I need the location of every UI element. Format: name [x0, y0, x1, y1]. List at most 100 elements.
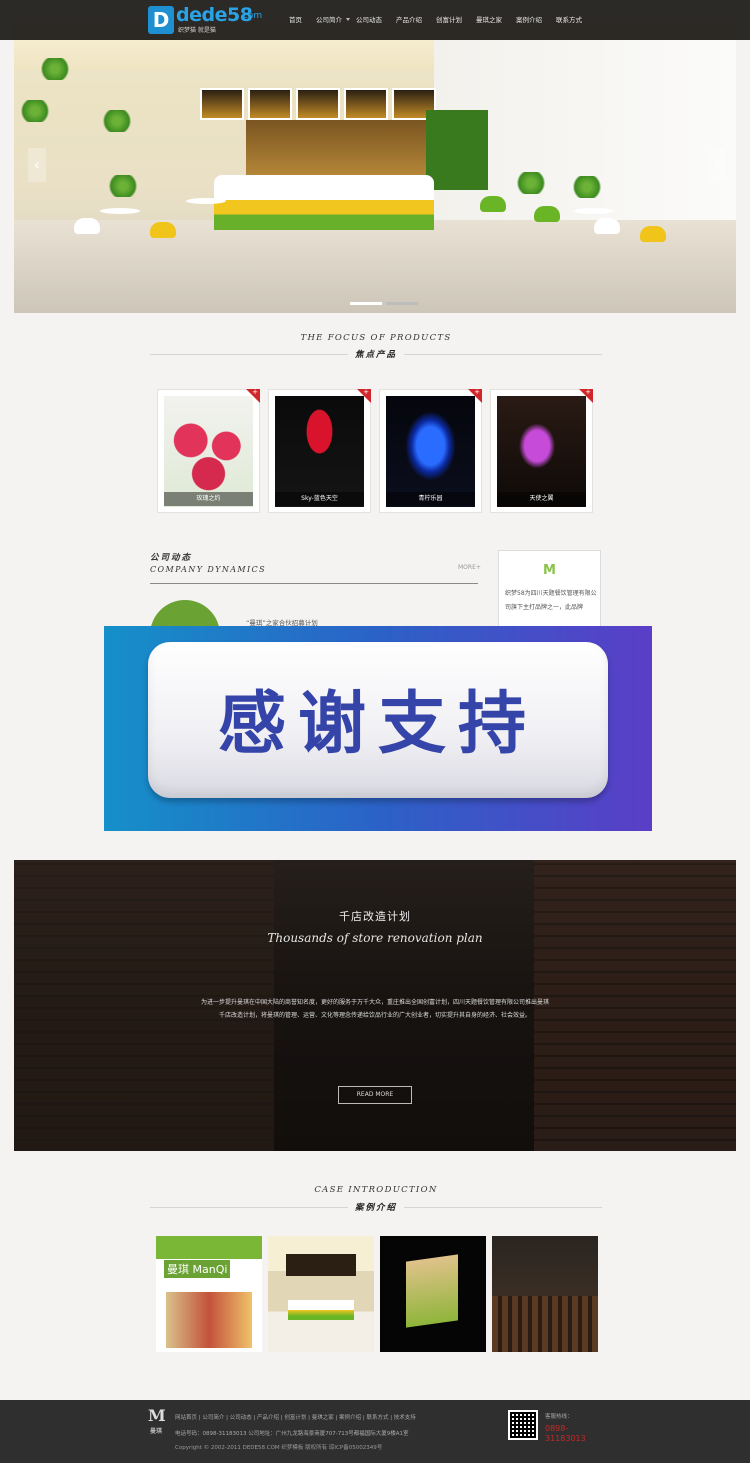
- site-logo[interactable]: D dede58 .com 织梦猫 就是猫: [148, 4, 274, 34]
- case-image[interactable]: [380, 1236, 486, 1352]
- logo-d-mark: D: [148, 6, 174, 34]
- divider: [150, 583, 478, 584]
- nav-item-plan[interactable]: 创富计划: [429, 0, 469, 40]
- plan-title-en: Thousands of store renovation plan: [267, 931, 483, 945]
- case-seating: [492, 1296, 598, 1352]
- nav-item-contact[interactable]: 联系方式: [549, 0, 589, 40]
- hero-chair: [594, 218, 620, 234]
- product-card[interactable]: 天使之翼 +: [490, 388, 593, 513]
- hero-plant: [100, 110, 134, 132]
- thanks-pill: 感谢支持: [148, 642, 608, 798]
- thanks-overlay-banner: 感谢支持: [104, 626, 652, 831]
- hero-shelf: [246, 120, 426, 175]
- plus-icon: +: [474, 388, 480, 396]
- hero-menu-board: [248, 88, 292, 120]
- footer-logo-sub: 曼琪: [149, 1428, 162, 1435]
- main-nav: 首页 公司简介 公司动态 产品介绍 创富计划 曼琪之家 案例介绍 联系方式: [282, 0, 589, 40]
- hero-table: [100, 208, 140, 214]
- products-title-cn: 焦点产品: [354, 350, 397, 360]
- case-model-3d: [406, 1254, 458, 1328]
- hotline-label: 客服热线：: [545, 1414, 573, 1420]
- hero-plant: [514, 172, 548, 194]
- divider: [150, 1207, 348, 1208]
- case-shopfront: [166, 1292, 252, 1348]
- cases-title-cn: 案例介绍: [354, 1203, 397, 1213]
- product-image: [275, 396, 364, 507]
- footer-links[interactable]: 网站首页 | 公司简介 | 公司动态 | 产品介绍 | 创富计划 | 曼琪之家 …: [175, 1413, 416, 1421]
- case-image[interactable]: 曼琪 ManQi: [156, 1236, 262, 1352]
- hero-chair: [640, 226, 666, 242]
- case-menu-boards: [286, 1254, 356, 1276]
- hero-menu-board: [200, 88, 244, 120]
- nav-item-news[interactable]: 公司动态: [349, 0, 389, 40]
- nav-item-home-manqi[interactable]: 曼琪之家: [469, 0, 509, 40]
- news-more-link[interactable]: MORE+: [458, 564, 481, 571]
- product-card[interactable]: 玫瑰之约 +: [157, 388, 260, 513]
- plan-banner: 千店改造计划 Thousands of store renovation pla…: [14, 860, 736, 1151]
- hero-slider: ‹ ›: [14, 0, 736, 313]
- slider-dot-2[interactable]: [386, 302, 418, 305]
- product-card[interactable]: Sky-蓝色天空 +: [268, 388, 371, 513]
- footer-copyright: Copyright © 2002-2011 DEDE58.COM 织梦模板 版权…: [175, 1445, 383, 1451]
- top-header: D dede58 .com 织梦猫 就是猫 首页 公司简介 公司动态 产品介绍 …: [0, 0, 750, 40]
- hotline-number: 0898-31183013: [545, 1424, 586, 1443]
- hero-table: [186, 198, 226, 204]
- hero-table: [574, 208, 614, 214]
- product-caption: 青柠乐园: [386, 492, 475, 506]
- product-card[interactable]: 青柠乐园 +: [379, 388, 482, 513]
- product-image: [386, 396, 475, 507]
- nav-item-home[interactable]: 首页: [282, 0, 309, 40]
- hero-counter: [214, 175, 434, 230]
- hero-menu-board: [296, 88, 340, 120]
- thanks-text: 感谢支持: [217, 685, 538, 764]
- footer-logo: M 曼琪: [148, 1406, 166, 1440]
- slider-pagination: [350, 302, 418, 305]
- nav-item-cases[interactable]: 案例介绍: [509, 0, 549, 40]
- nav-item-about[interactable]: 公司简介: [309, 0, 350, 40]
- plus-icon: +: [363, 388, 369, 396]
- hero-chair: [534, 206, 560, 222]
- about-text: 织梦58为四川天题餐饮管理有限公司旗下主打品牌之一，此品牌: [505, 590, 597, 611]
- product-image: [497, 396, 586, 507]
- case-sign: 曼琪 ManQi: [164, 1260, 231, 1278]
- qr-code-icon: [508, 1410, 538, 1440]
- footer-contact: 电话号码：0898-31183013 公司地址：广州九龙路海景商厦707-713…: [175, 1431, 409, 1437]
- hero-chair: [74, 218, 100, 234]
- divider: [404, 354, 602, 355]
- case-counter: [288, 1300, 354, 1320]
- footer-logo-mark: M: [148, 1406, 166, 1425]
- hero-plant: [38, 58, 72, 80]
- slider-dot-1[interactable]: [350, 302, 382, 305]
- hero-plant: [570, 176, 604, 198]
- site-footer: M 曼琪 网站首页 | 公司简介 | 公司动态 | 产品介绍 | 创富计划 | …: [0, 1400, 750, 1463]
- next-slide-arrow-icon[interactable]: ›: [708, 148, 726, 182]
- read-more-button[interactable]: READ MORE: [338, 1086, 412, 1104]
- hero-chair: [150, 222, 176, 238]
- divider: [404, 1207, 602, 1208]
- hero-floor: [14, 220, 736, 313]
- news-title-en: COMPANY DYNAMICS: [150, 565, 266, 574]
- product-caption: 玫瑰之约: [164, 492, 253, 506]
- hero-plant: [18, 100, 52, 122]
- prev-slide-arrow-icon[interactable]: ‹: [28, 148, 46, 182]
- hero-green-wall: [426, 110, 488, 190]
- product-image: [164, 396, 253, 507]
- cases-title-en: CASE INTRODUCTION: [314, 1185, 438, 1195]
- nav-item-products[interactable]: 产品介绍: [389, 0, 429, 40]
- product-caption: Sky-蓝色天空: [275, 492, 364, 506]
- plan-title-cn: 千店改造计划: [339, 910, 411, 923]
- about-logo-icon: M: [543, 563, 556, 578]
- hero-menu-board: [344, 88, 388, 120]
- products-title-en: THE FOCUS OF PRODUCTS: [300, 333, 452, 343]
- logo-domain: .com: [240, 11, 263, 21]
- case-image[interactable]: [492, 1236, 598, 1352]
- hero-plant: [106, 175, 140, 197]
- case-image[interactable]: [268, 1236, 374, 1352]
- divider: [150, 354, 348, 355]
- hero-chair: [480, 196, 506, 212]
- news-title-cn: 公司动态: [150, 553, 193, 563]
- plan-description: 为进一步提升曼琪在中国大陆的商誉知名度，更好的服务于万千大众，重庄推出全国创富计…: [200, 999, 549, 1019]
- logo-slogan: 织梦猫 就是猫: [178, 27, 216, 34]
- plus-icon: +: [585, 388, 591, 396]
- plus-icon: +: [252, 388, 258, 396]
